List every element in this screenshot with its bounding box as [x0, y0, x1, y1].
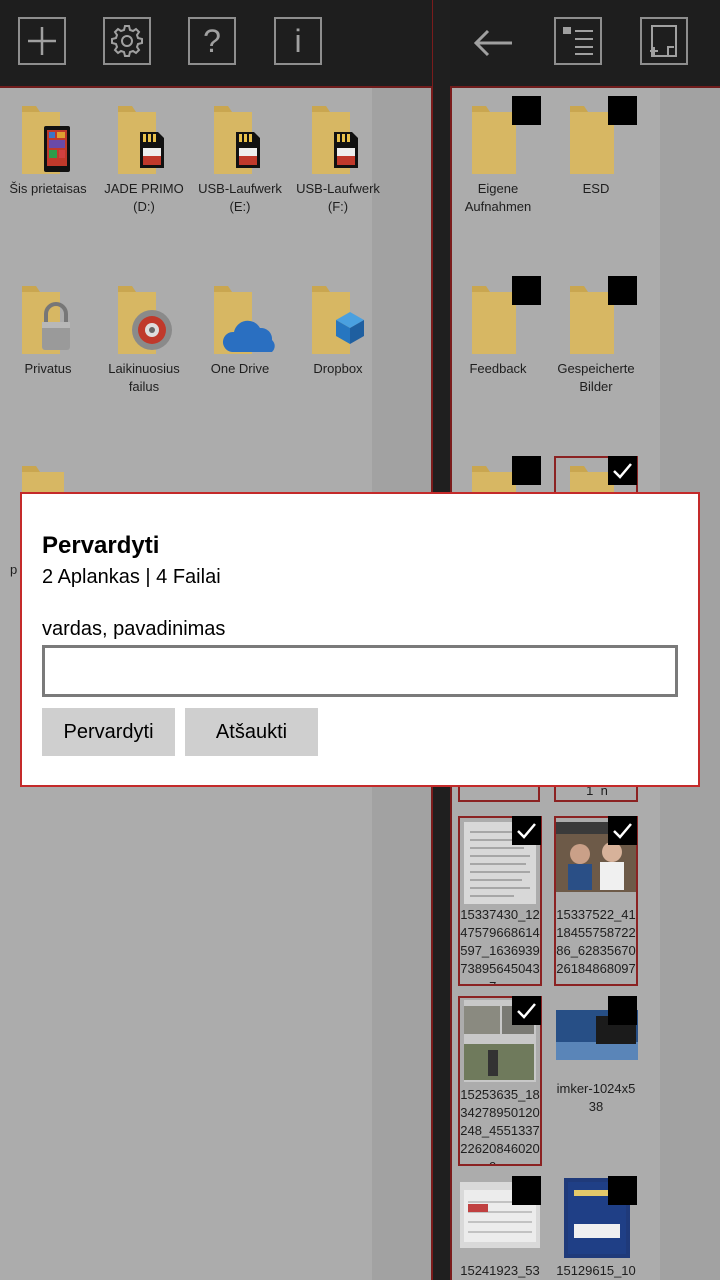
sd-card-folder-icon — [192, 98, 288, 178]
gear-icon — [111, 25, 143, 57]
file-label: 15253635_18 34278950120 248_4551337 2262… — [460, 1087, 540, 1164]
gear-folder-icon — [96, 278, 192, 358]
name-field-label: vardas, pavadinimas — [42, 618, 226, 640]
file-label: 15241923_53 — [460, 1263, 540, 1278]
checkbox-checked[interactable] — [512, 816, 541, 845]
item-dropbox[interactable]: Dropbox — [290, 278, 386, 378]
info-icon: i — [294, 22, 302, 59]
checkbox-checked[interactable] — [608, 456, 637, 485]
cancel-button[interactable]: Atšaukti — [185, 708, 318, 756]
item-label: One Drive — [210, 361, 270, 376]
item-label: Šis prietaisas — [9, 181, 87, 196]
checkbox-unchecked[interactable] — [608, 96, 637, 125]
item-private[interactable]: Privatus — [0, 278, 96, 378]
info-button[interactable]: i — [274, 17, 322, 65]
checkbox-checked[interactable] — [512, 996, 541, 1025]
rename-dialog: Pervardyti 2 Aplankas | 4 Failai vardas,… — [20, 492, 700, 787]
left-toolbar: ? i — [0, 0, 432, 88]
checkbox-unchecked[interactable] — [512, 456, 541, 485]
item-drive-e[interactable]: USB-Laufwerk (E:) — [192, 98, 288, 216]
back-arrow-icon — [473, 29, 512, 57]
item-drive-f[interactable]: USB-Laufwerk (F:) — [290, 98, 386, 216]
dialog-subtitle: 2 Aplankas | 4 Failai — [42, 566, 221, 588]
checkbox-unchecked[interactable] — [608, 276, 637, 305]
checkbox-unchecked[interactable] — [512, 96, 541, 125]
file-label: imker-1024x5 38 — [556, 1081, 636, 1114]
settings-button[interactable] — [103, 17, 151, 65]
padlock-folder-icon — [0, 278, 96, 358]
item-label: Feedback — [469, 361, 527, 376]
dialog-title: Pervardyti — [42, 532, 160, 559]
sd-card-folder-icon — [290, 98, 386, 178]
item-label: p — [10, 562, 18, 577]
file-label: 15337430_12 47579668614 597_1636939 7389… — [460, 907, 540, 984]
back-button[interactable] — [470, 20, 516, 66]
new-file-button[interactable] — [640, 17, 688, 65]
add-button[interactable] — [18, 17, 66, 65]
item-temp-files[interactable]: Laikinuosius failus — [96, 278, 192, 396]
item-label: USB-Laufwerk (F:) — [296, 181, 380, 214]
item-label: ESD — [582, 181, 610, 196]
checkbox-unchecked[interactable] — [608, 1176, 637, 1205]
item-label: Privatus — [24, 361, 72, 376]
help-button[interactable]: ? — [188, 17, 236, 65]
item-label: Gespeicherte Bilder — [557, 361, 635, 394]
rename-button[interactable]: Pervardyti — [42, 708, 175, 756]
item-onedrive[interactable]: One Drive — [192, 278, 288, 378]
help-icon: ? — [203, 22, 221, 59]
list-view-icon — [563, 27, 593, 55]
right-toolbar — [450, 0, 720, 88]
checkbox-unchecked[interactable] — [512, 276, 541, 305]
item-label: Dropbox — [313, 361, 363, 376]
file-label: 15129615_10 — [556, 1263, 636, 1278]
item-label: Laikinuosius failus — [108, 361, 180, 394]
dropbox-folder-icon — [290, 278, 386, 358]
item-this-device[interactable]: Šis prietaisas — [0, 98, 96, 198]
file-label: 15337522_41 18455758722 86_62835670 2618… — [556, 907, 636, 984]
phone-folder-icon — [0, 98, 96, 178]
list-view-button[interactable] — [554, 17, 602, 65]
item-label: Eigene Aufnahmen — [464, 181, 532, 214]
item-drive-d[interactable]: JADE PRIMO (D:) — [96, 98, 192, 216]
checkbox-unchecked[interactable] — [512, 1176, 541, 1205]
plus-icon — [28, 27, 56, 55]
checkbox-unchecked[interactable] — [608, 996, 637, 1025]
cloud-folder-icon — [192, 278, 288, 358]
checkbox-checked[interactable] — [608, 816, 637, 845]
new-file-icon — [650, 25, 677, 57]
item-label: JADE PRIMO (D:) — [104, 181, 184, 214]
sd-card-folder-icon — [96, 98, 192, 178]
name-input[interactable] — [42, 645, 678, 697]
item-label: USB-Laufwerk (E:) — [198, 181, 282, 214]
